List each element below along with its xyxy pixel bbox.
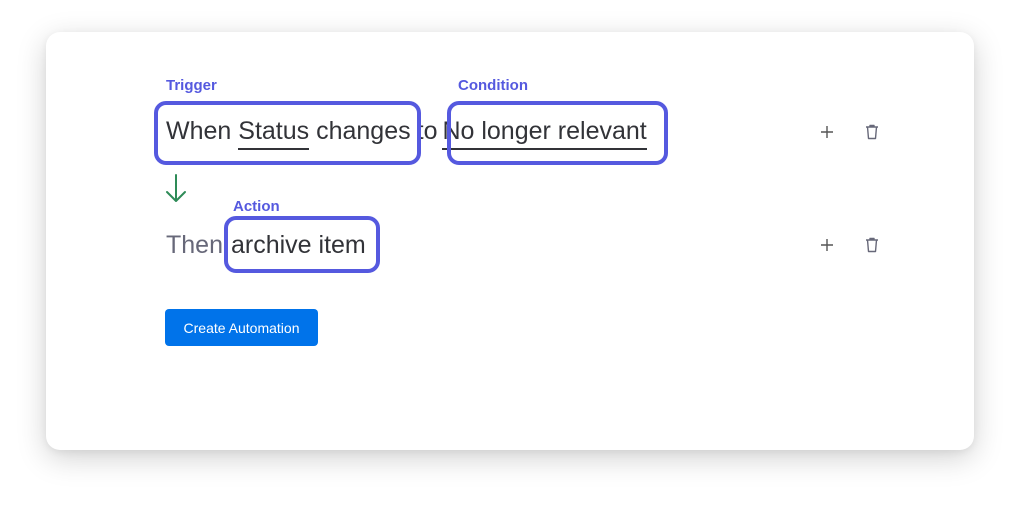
plus-icon	[821, 239, 833, 251]
delete-action-button[interactable]	[861, 234, 883, 256]
trigger-sentence: When Status changes to No longer relevant	[166, 116, 647, 150]
condition-label: Condition	[458, 77, 528, 94]
action-dropdown[interactable]: archive item	[231, 231, 366, 259]
to-text: to	[416, 117, 438, 145]
then-text: Then	[166, 231, 223, 259]
add-action-button[interactable]	[816, 234, 838, 256]
create-automation-button[interactable]: Create Automation	[165, 309, 318, 346]
trigger-label: Trigger	[166, 77, 217, 94]
plus-icon	[821, 126, 833, 138]
delete-trigger-button[interactable]	[861, 121, 883, 143]
add-condition-button[interactable]	[816, 121, 838, 143]
changes-text: changes	[316, 117, 411, 145]
status-column-dropdown[interactable]: Status	[238, 118, 310, 150]
trash-icon	[866, 237, 878, 253]
arrow-down-icon	[166, 174, 186, 202]
when-text: When	[166, 117, 232, 145]
condition-value-dropdown[interactable]: No longer relevant	[442, 118, 647, 150]
action-label: Action	[233, 198, 280, 215]
trash-icon	[866, 124, 878, 140]
action-sentence: Then archive item	[166, 230, 366, 260]
